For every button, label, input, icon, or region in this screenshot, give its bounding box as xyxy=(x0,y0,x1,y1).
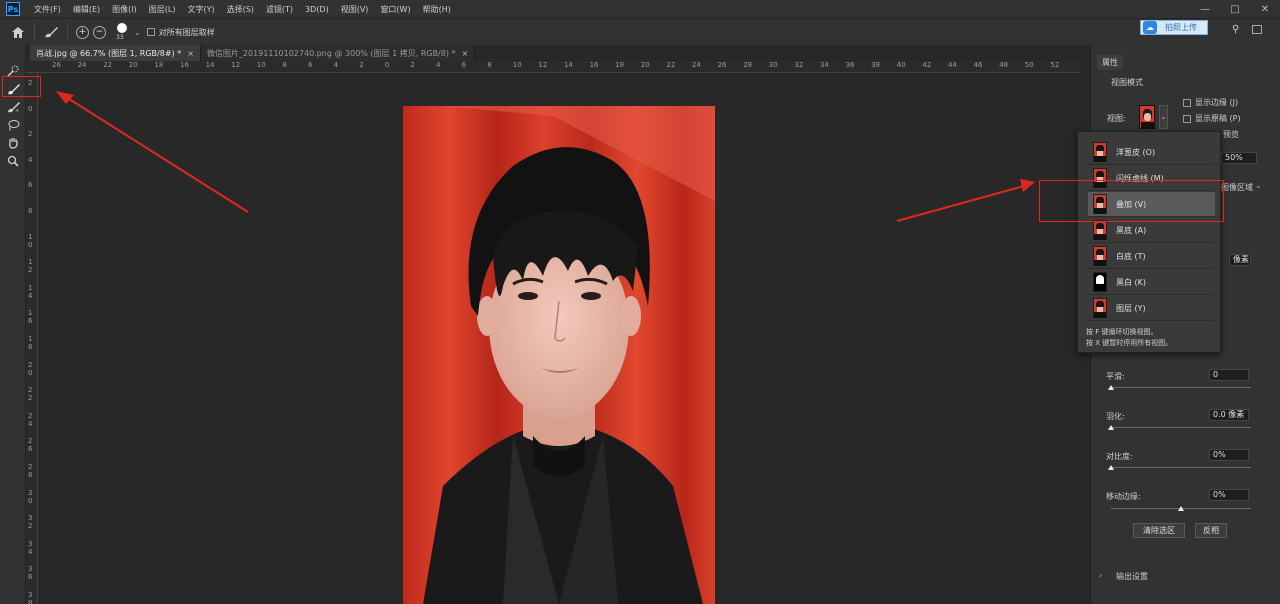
arrowhead-right-icon xyxy=(1020,179,1035,192)
annotation-arrow-right xyxy=(896,185,1025,222)
arrowhead-left-icon xyxy=(56,91,74,104)
annotation-arrows xyxy=(56,91,1035,222)
annotation-arrow-left xyxy=(65,96,249,213)
